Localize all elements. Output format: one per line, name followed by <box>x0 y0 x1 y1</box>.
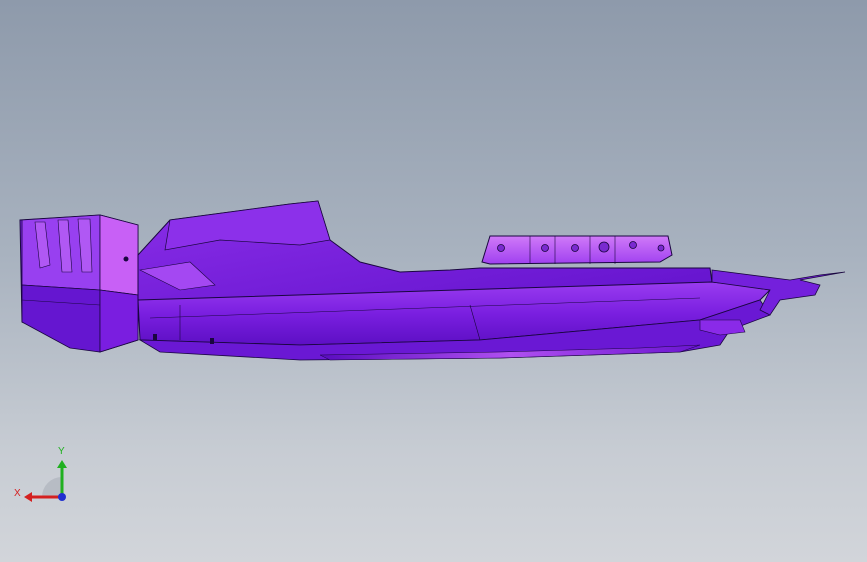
axis-triad: Y X <box>14 446 67 502</box>
triad-plane-icon <box>42 477 62 497</box>
x-axis-label: X <box>14 488 21 499</box>
front-box-section <box>19 214 139 353</box>
cad-graphics-viewport[interactable]: Y X <box>0 0 867 562</box>
z-axis-dot-icon <box>58 493 66 501</box>
y-axis-label: Y <box>58 446 65 457</box>
mounting-bracket <box>481 235 673 265</box>
sheet-metal-part-model[interactable] <box>0 0 867 562</box>
main-body-panel <box>137 200 772 361</box>
